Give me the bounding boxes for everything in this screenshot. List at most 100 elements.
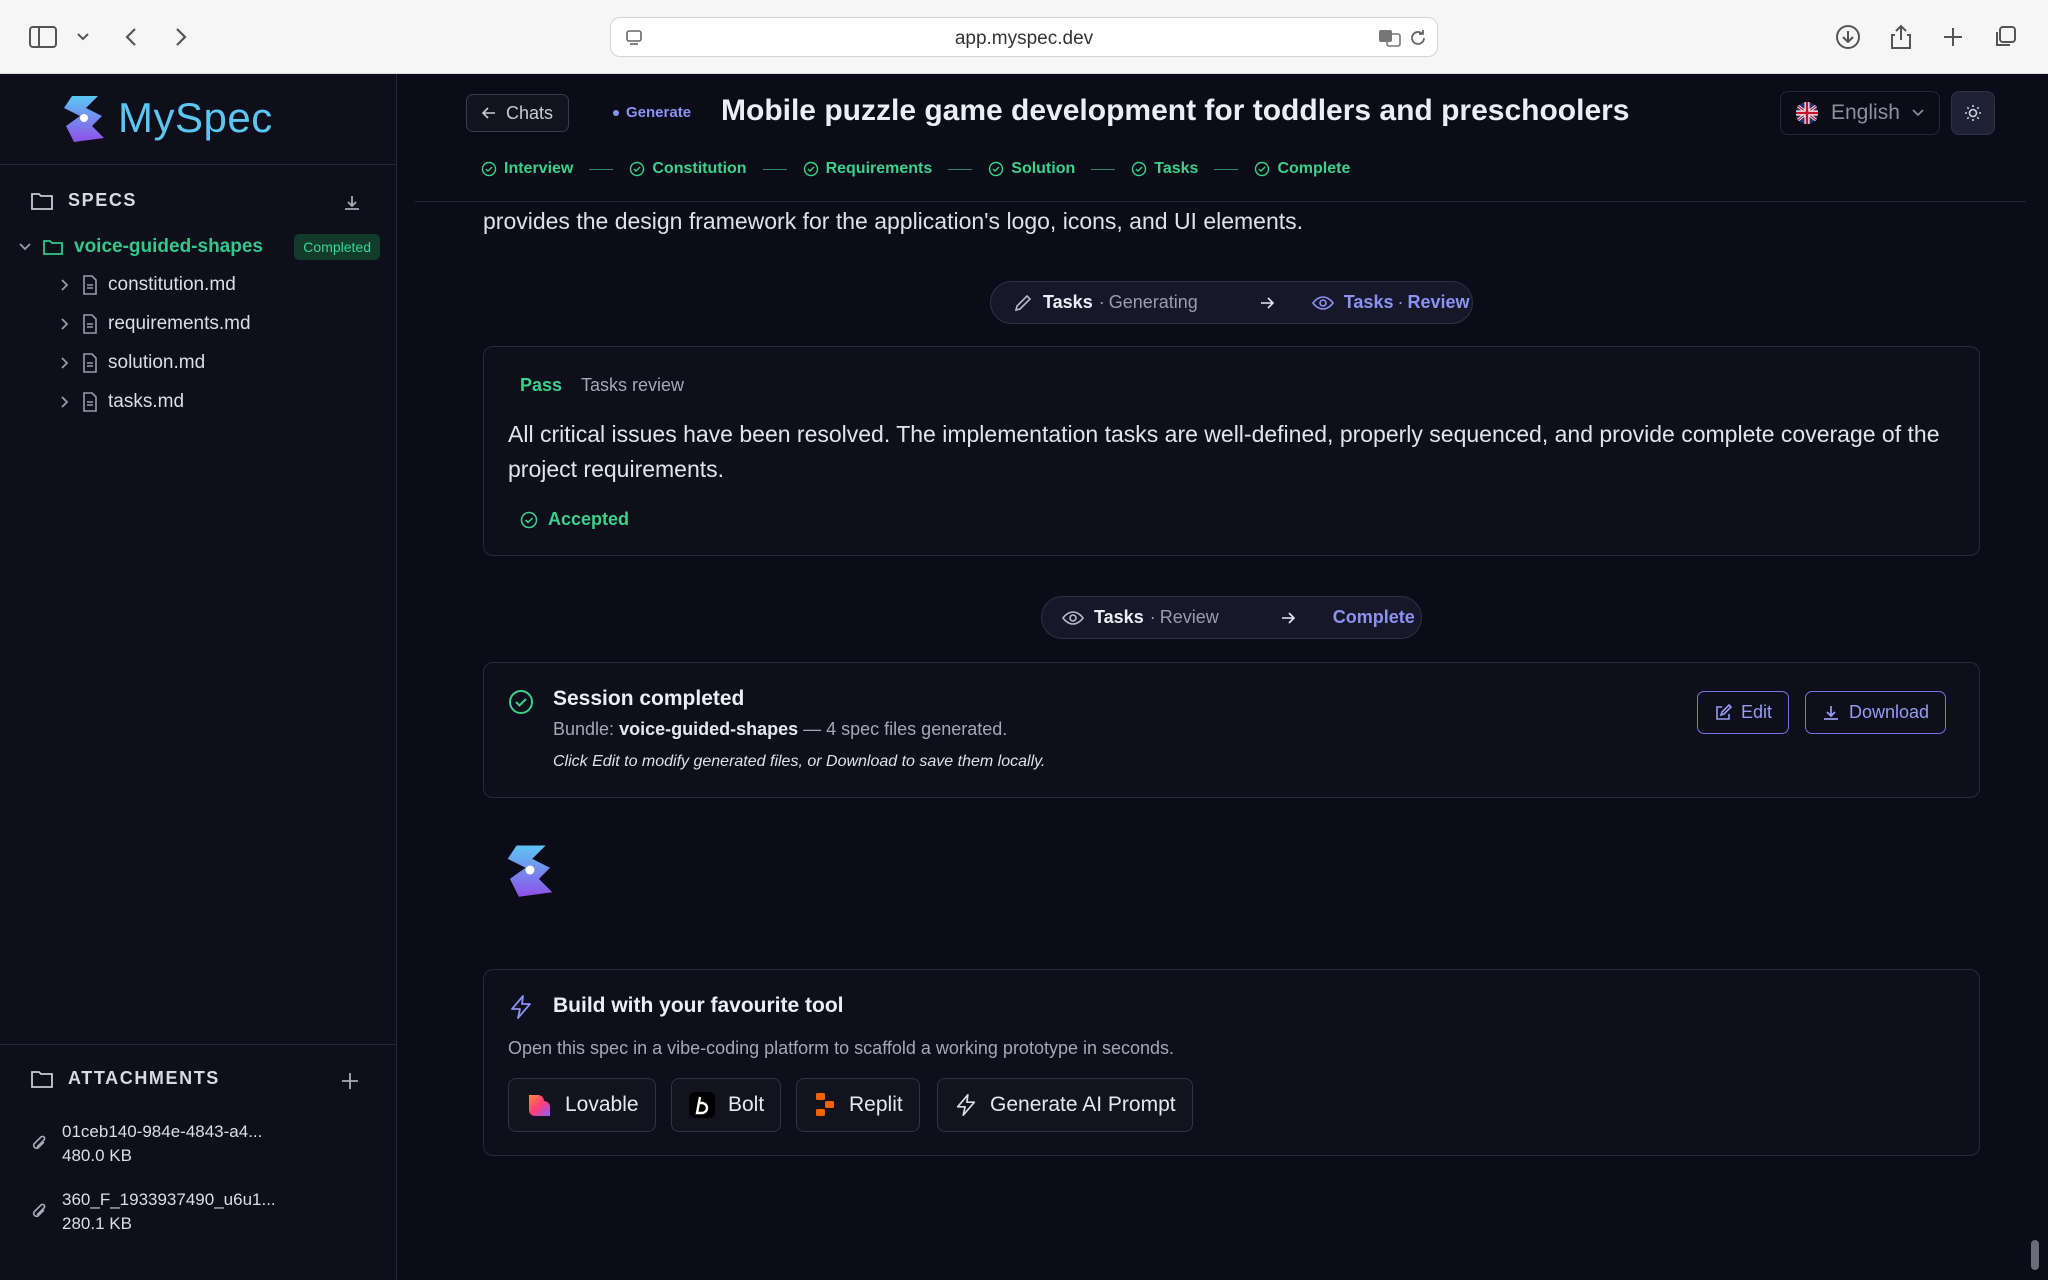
folder-open-icon (43, 240, 63, 255)
step-tasks[interactable]: Tasks (1131, 160, 1198, 178)
review-card: Pass Tasks review All critical issues ha… (483, 346, 1980, 556)
attachment-name: 360_F_1933937490_u6u1... (62, 1190, 276, 1209)
sidebar: MySpec SPECS voice-guided-shapes Complet… (0, 74, 397, 1280)
review-verdict: Pass (520, 375, 563, 395)
chevron-down-icon[interactable] (68, 22, 98, 52)
check-circle-icon (989, 161, 1004, 177)
tab-overview-icon[interactable] (1990, 22, 2020, 52)
phase-transition: Tasks · Review Complete (1041, 596, 1422, 639)
folder-icon (31, 192, 53, 210)
assistant-avatar (501, 838, 559, 902)
chevron-right-icon[interactable] (58, 278, 72, 292)
reload-icon[interactable] (1403, 23, 1433, 53)
file-item[interactable]: requirements.md (58, 309, 251, 339)
mode-dot (613, 109, 619, 116)
build-card: Build with your favourite tool Open this… (483, 969, 1980, 1156)
message-text: provides the design framework for the ap… (483, 208, 1304, 234)
file-item[interactable]: constitution.md (58, 270, 236, 300)
file-name: requirements.md (108, 313, 251, 334)
file-item[interactable]: tasks.md (58, 387, 184, 417)
check-circle-icon (481, 161, 497, 177)
sidebar-toggle-icon[interactable] (28, 22, 58, 52)
download-button[interactable]: Download (1805, 691, 1947, 734)
paperclip-icon (32, 1135, 46, 1150)
chevron-right-icon[interactable] (58, 395, 72, 409)
arrow-right-icon (1260, 296, 1274, 309)
new-tab-icon[interactable] (1938, 22, 1968, 52)
lightning-icon (511, 995, 531, 1019)
lovable-icon (529, 1095, 550, 1116)
step-complete[interactable]: Complete (1254, 160, 1350, 178)
forward-icon[interactable] (166, 22, 196, 52)
attachment-item[interactable]: 360_F_1933937490_u6u1... 280.1 KB (30, 1190, 276, 1234)
step-separator (948, 168, 973, 170)
session-bundle: Bundle: voice-guided-shapes — 4 spec fil… (553, 719, 1008, 739)
chevron-right-icon[interactable] (58, 356, 72, 370)
attachments-heading: ATTACHMENTS (30, 1068, 220, 1089)
back-icon[interactable] (116, 22, 146, 52)
review-status: Accepted (520, 509, 629, 530)
eye-icon (1311, 295, 1334, 310)
page-title: Mobile puzzle game development for toddl… (721, 94, 1630, 127)
replit-button[interactable]: Replit (796, 1078, 920, 1132)
generate-ai-prompt-button[interactable]: Generate AI Prompt (937, 1078, 1193, 1132)
share-icon[interactable] (1886, 22, 1916, 52)
step-interview[interactable]: Interview (481, 160, 573, 178)
progress-steps: Interview Constitution Requirements Solu… (481, 160, 1350, 178)
add-attachment-icon[interactable] (341, 1072, 359, 1090)
bolt-button[interactable]: Bolt (671, 1078, 782, 1132)
attachment-size: 480.0 KB (62, 1146, 132, 1165)
review-body: All critical issues have been resolved. … (508, 421, 1940, 482)
mode-tag: Generate (613, 104, 691, 121)
theme-toggle-button[interactable] (1951, 91, 1995, 135)
myspec-logo-icon (64, 96, 104, 142)
address-bar[interactable]: app.myspec.dev (610, 17, 1438, 57)
pencil-icon (1014, 294, 1032, 311)
step-separator (1091, 168, 1116, 170)
brand-logo[interactable]: MySpec (58, 90, 273, 146)
download-specs-icon[interactable] (343, 194, 361, 212)
step-solution[interactable]: Solution (988, 160, 1075, 178)
check-circle-icon (1255, 161, 1270, 177)
check-circle-icon (630, 161, 645, 177)
downloads-icon[interactable] (1833, 22, 1863, 52)
url-text: app.myspec.dev (954, 28, 1094, 49)
file-name: solution.md (108, 352, 206, 373)
lovable-button[interactable]: Lovable (508, 1078, 656, 1132)
paperclip-icon (32, 1203, 46, 1218)
step-requirements[interactable]: Requirements (803, 160, 932, 178)
scrollbar-thumb[interactable] (2031, 1240, 2039, 1270)
check-circle-icon (509, 690, 533, 714)
chevron-down-icon (1912, 109, 1924, 117)
session-note: Click Edit to modify generated files, or… (553, 753, 1046, 770)
attachment-size: 280.1 KB (62, 1214, 132, 1233)
sun-icon (1965, 105, 1981, 121)
chevron-right-icon[interactable] (58, 317, 72, 331)
spec-bundle[interactable]: voice-guided-shapes Completed (18, 232, 380, 262)
check-circle-icon (1132, 161, 1147, 177)
arrow-left-icon (482, 107, 495, 119)
edit-icon (1716, 703, 1732, 720)
translate-icon[interactable] (1375, 23, 1405, 53)
lightning-icon (956, 1094, 976, 1116)
file-name: constitution.md (108, 274, 236, 295)
build-subtitle: Open this spec in a vibe-coding platform… (508, 1038, 1175, 1058)
bundle-name: voice-guided-shapes (74, 236, 263, 257)
language-select[interactable]: English (1780, 91, 1940, 135)
step-separator (762, 168, 787, 170)
eye-icon (1062, 610, 1084, 625)
check-circle-icon (803, 161, 818, 177)
back-to-chats-button[interactable]: Chats (466, 94, 570, 132)
session-card: Session completed Bundle: voice-guided-s… (483, 662, 1980, 798)
sidebar-divider (0, 1044, 397, 1045)
chevron-down-icon[interactable] (18, 242, 32, 252)
edit-button[interactable]: Edit (1697, 691, 1790, 734)
step-constitution[interactable]: Constitution (629, 160, 747, 178)
phase-transition: Tasks · Generating Tasks · Review (990, 281, 1473, 324)
myspec-logo-icon (507, 845, 553, 897)
file-name: tasks.md (108, 391, 185, 412)
step-separator (589, 168, 614, 170)
replit-icon (816, 1093, 834, 1116)
file-item[interactable]: solution.md (58, 348, 205, 378)
attachment-item[interactable]: 01ceb140-984e-4843-a4... 480.0 KB (30, 1122, 262, 1166)
